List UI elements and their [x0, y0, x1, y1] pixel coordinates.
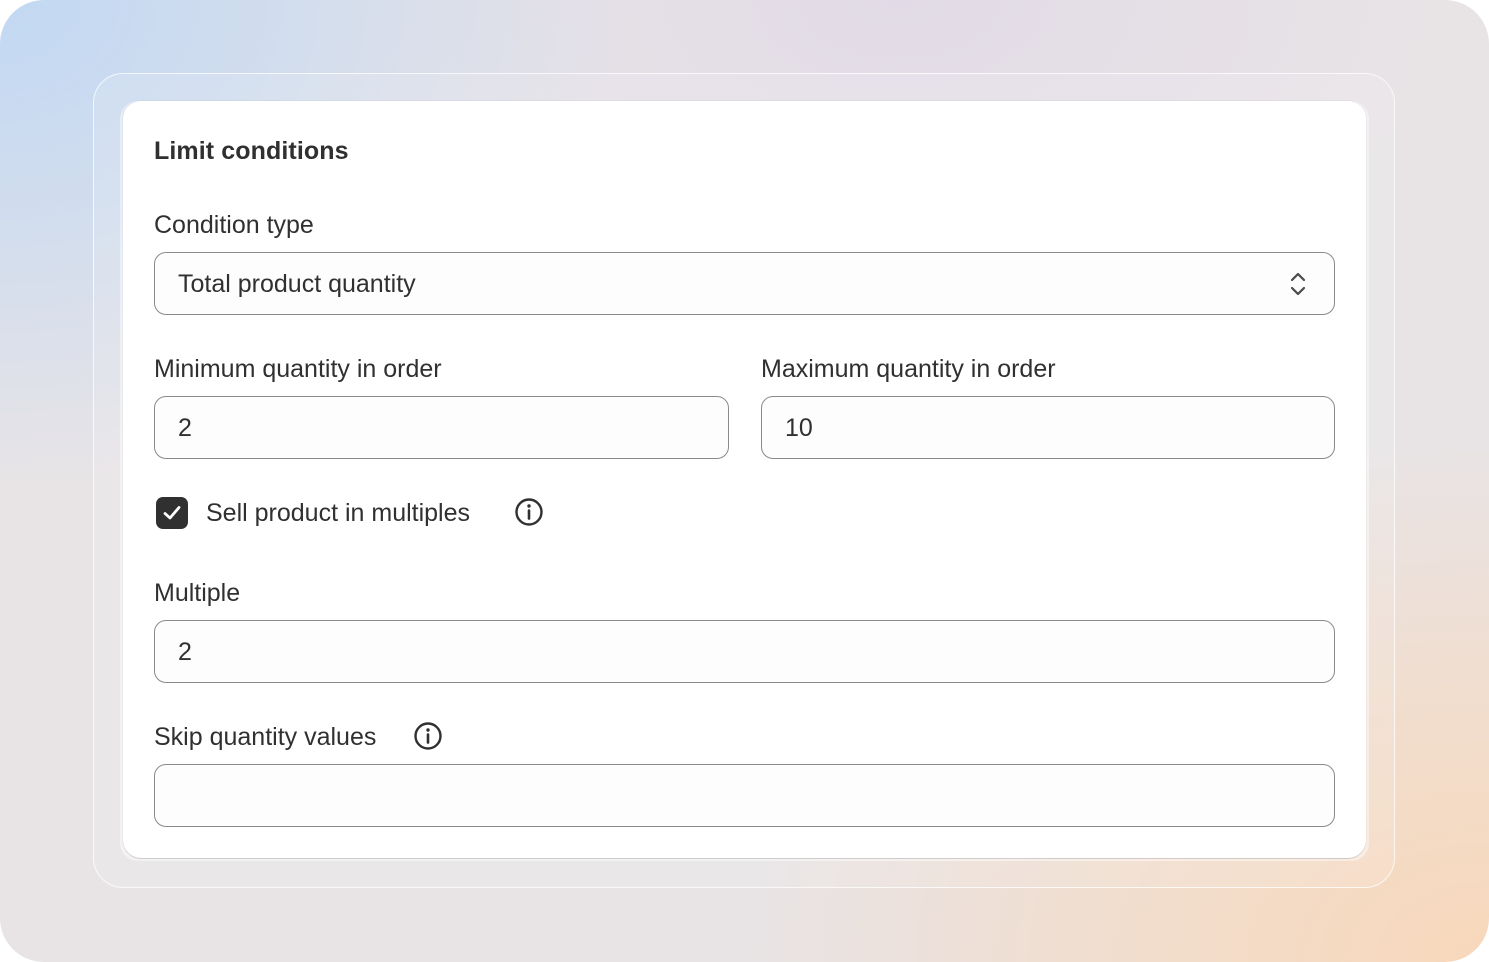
sell-in-multiples-checkbox[interactable] [156, 497, 188, 529]
min-quantity-value: 2 [178, 414, 192, 442]
checkmark-icon [163, 506, 181, 520]
sell-in-multiples-label[interactable]: Sell product in multiples [206, 498, 470, 528]
min-quantity-input[interactable]: 2 [154, 396, 729, 459]
condition-type-label: Condition type [154, 211, 314, 239]
skip-quantity-values-label: Skip quantity values [154, 723, 377, 751]
max-quantity-value: 10 [785, 414, 813, 442]
skip-quantity-values-input[interactable] [154, 764, 1335, 827]
info-icon[interactable] [514, 497, 544, 527]
card-title: Limit conditions [154, 137, 349, 165]
condition-type-selected-value: Total product quantity [178, 270, 416, 298]
select-chevron-icon [1290, 272, 1306, 296]
condition-type-select[interactable]: Total product quantity [154, 252, 1335, 315]
min-quantity-label: Minimum quantity in order [154, 355, 442, 383]
info-icon[interactable] [413, 721, 443, 751]
multiple-value: 2 [178, 638, 192, 666]
limit-conditions-card: Limit conditions Condition type Total pr… [123, 101, 1366, 858]
multiple-label: Multiple [154, 579, 241, 607]
max-quantity-input[interactable]: 10 [761, 396, 1335, 459]
max-quantity-label: Maximum quantity in order [761, 355, 1056, 383]
multiple-input[interactable]: 2 [154, 620, 1335, 683]
